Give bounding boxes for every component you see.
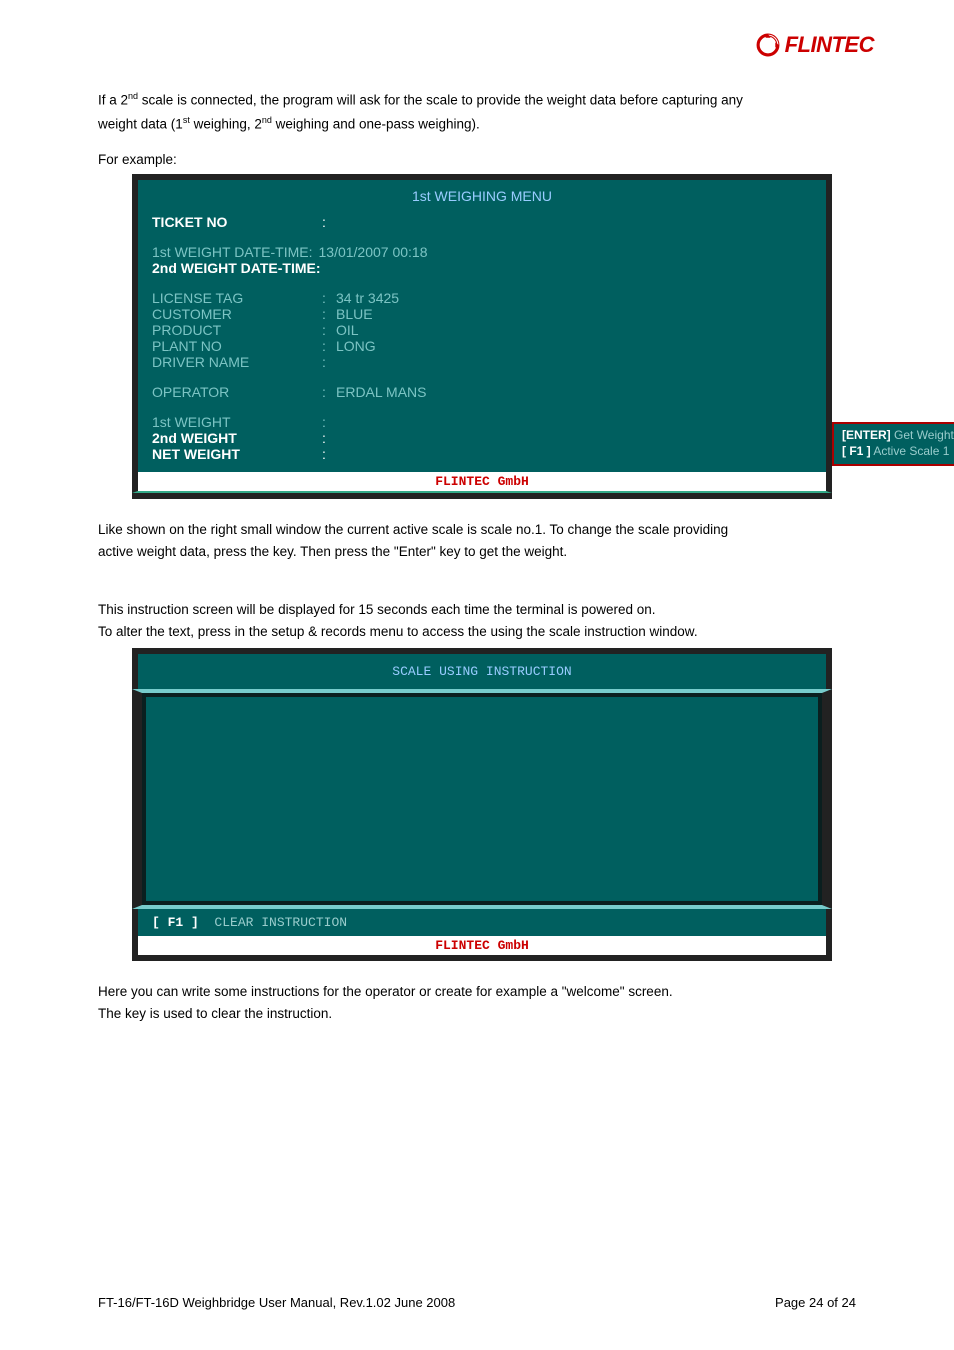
plant-no-label: PLANT NO bbox=[152, 338, 322, 354]
first-weight-label: 1st WEIGHT bbox=[152, 414, 322, 430]
term2-footer: FLINTEC GmbH bbox=[132, 936, 832, 955]
after-p1: Here you can write some instructions for… bbox=[98, 983, 856, 1001]
plant-no-value: LONG bbox=[336, 338, 812, 354]
first-dt-label: 1st WEIGHT DATE-TIME: bbox=[152, 244, 313, 260]
product-label: PRODUCT bbox=[152, 322, 322, 338]
brand-logo: FLINTEC bbox=[755, 32, 874, 58]
intro-p1: If a 2nd scale is connected, the program… bbox=[98, 90, 856, 110]
license-tag-label: LICENSE TAG bbox=[152, 290, 322, 306]
logo-icon bbox=[755, 32, 781, 58]
term1-side-hint: [ENTER] Get Weight [ F1 ] Active Scale 1 bbox=[832, 422, 954, 465]
license-tag-value: 34 tr 3425 bbox=[336, 290, 812, 306]
page-footer: FT-16/FT-16D Weighbridge User Manual, Re… bbox=[98, 1295, 856, 1310]
customer-label: CUSTOMER bbox=[152, 306, 322, 322]
for-example: For example: bbox=[98, 151, 856, 169]
terminal-screenshot-2: SCALE USING INSTRUCTION [ F1 ] CLEAR INS… bbox=[132, 648, 832, 961]
ticket-no-label: TICKET NO bbox=[152, 214, 322, 230]
brand-text: FLINTEC bbox=[785, 32, 874, 58]
mid-p3: This instruction screen will be displaye… bbox=[98, 601, 856, 619]
intro-p2: weight data (1st weighing, 2nd weighing … bbox=[98, 114, 856, 134]
customer-value: BLUE bbox=[336, 306, 812, 322]
mid-p4: To alter the text, press in the setup & … bbox=[98, 623, 856, 641]
terminal-screenshot-1: 1st WEIGHING MENU TICKET NO : 1st WEIGHT… bbox=[132, 174, 832, 499]
net-weight-label: NET WEIGHT bbox=[152, 446, 322, 462]
product-value: OIL bbox=[336, 322, 812, 338]
second-weight-label: 2nd WEIGHT bbox=[152, 430, 322, 446]
mid-p1: Like shown on the right small window the… bbox=[98, 521, 856, 539]
term1-title: 1st WEIGHING MENU bbox=[152, 188, 812, 204]
first-dt-value: 13/01/2007 00:18 bbox=[319, 244, 813, 260]
term2-body bbox=[132, 689, 832, 909]
mid-p2: active weight data, press the key. Then … bbox=[98, 543, 856, 561]
term2-title: SCALE USING INSTRUCTION bbox=[132, 648, 832, 689]
term1-footer: FLINTEC GmbH bbox=[132, 472, 832, 493]
second-dt-label: 2nd WEIGHT DATE-TIME: bbox=[152, 260, 321, 276]
footer-left: FT-16/FT-16D Weighbridge User Manual, Re… bbox=[98, 1295, 455, 1310]
after-p2: The key is used to clear the instruction… bbox=[98, 1005, 856, 1023]
footer-right: Page 24 of 24 bbox=[775, 1295, 856, 1310]
operator-value: ERDAL MANS bbox=[336, 384, 812, 400]
driver-name-label: DRIVER NAME bbox=[152, 354, 322, 370]
term2-f1-row: [ F1 ] CLEAR INSTRUCTION bbox=[132, 909, 832, 936]
operator-label: OPERATOR bbox=[152, 384, 322, 400]
